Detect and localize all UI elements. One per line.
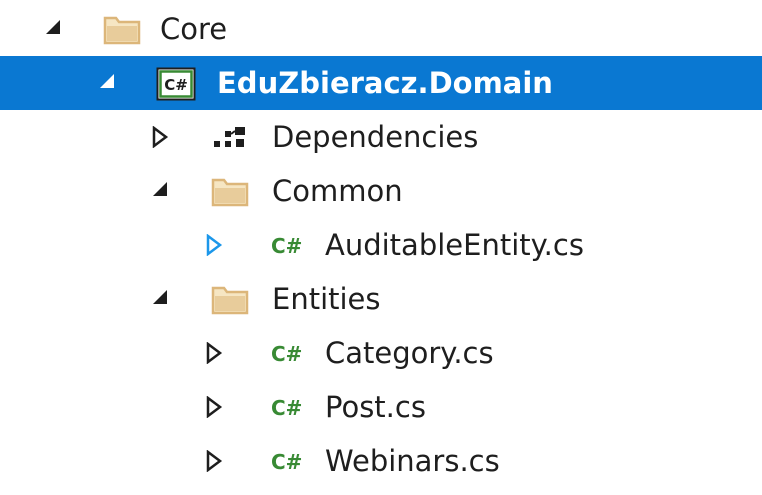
tree-item-category[interactable]: C# Category.cs bbox=[0, 326, 762, 380]
expand-arrow-icon[interactable] bbox=[98, 56, 122, 110]
tree-item-label: AuditableEntity.cs bbox=[325, 228, 584, 262]
expand-arrow-icon[interactable] bbox=[44, 2, 68, 56]
csharp-file-icon-text: C# bbox=[271, 450, 302, 474]
tree-item-project[interactable]: C# EduZbieracz.Domain bbox=[0, 56, 762, 110]
tree-item-auditableentity[interactable]: C# AuditableEntity.cs bbox=[0, 218, 762, 272]
collapse-arrow-icon[interactable] bbox=[205, 218, 229, 272]
tree-item-core[interactable]: Core bbox=[0, 2, 762, 56]
tree-item-post[interactable]: C# Post.cs bbox=[0, 380, 762, 434]
tree-item-webinars[interactable]: C# Webinars.cs bbox=[0, 434, 762, 488]
tree-item-label: Core bbox=[160, 12, 228, 46]
csharp-file-icon-text: C# bbox=[271, 234, 302, 258]
tree-item-common[interactable]: Common bbox=[0, 164, 762, 218]
tree-item-label: EduZbieracz.Domain bbox=[217, 66, 553, 100]
expand-arrow-icon[interactable] bbox=[151, 272, 175, 326]
csharp-file-icon-text: C# bbox=[271, 342, 302, 366]
tree-item-label: Entities bbox=[272, 282, 381, 316]
solution-explorer-tree: Core C# EduZbieracz.Domain Dependencies … bbox=[0, 0, 762, 495]
expand-arrow-icon[interactable] bbox=[151, 164, 175, 218]
csharp-project-icon-text: C# bbox=[164, 76, 188, 94]
tree-item-label: Dependencies bbox=[272, 120, 479, 154]
tree-item-label: Category.cs bbox=[325, 336, 494, 370]
tree-item-label: Post.cs bbox=[325, 390, 426, 424]
csharp-file-icon-text: C# bbox=[271, 396, 302, 420]
collapse-arrow-icon[interactable] bbox=[151, 110, 175, 164]
tree-item-label: Common bbox=[272, 174, 403, 208]
tree-item-dependencies[interactable]: Dependencies bbox=[0, 110, 762, 164]
tree-item-label: Webinars.cs bbox=[325, 444, 500, 478]
collapse-arrow-icon[interactable] bbox=[205, 380, 229, 434]
collapse-arrow-icon[interactable] bbox=[205, 434, 229, 488]
tree-item-entities[interactable]: Entities bbox=[0, 272, 762, 326]
collapse-arrow-icon[interactable] bbox=[205, 326, 229, 380]
